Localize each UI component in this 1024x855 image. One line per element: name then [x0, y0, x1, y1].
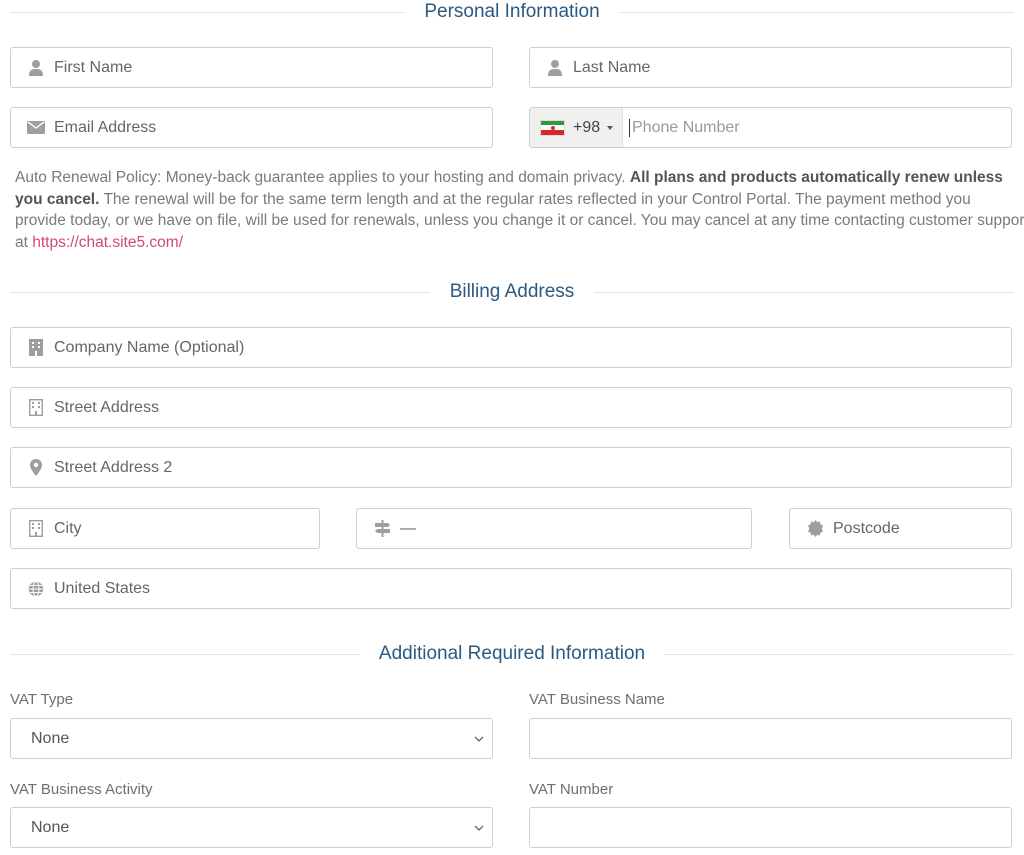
policy-bold-text: you cancel. — [15, 190, 100, 208]
street-address-placeholder: Street Address — [54, 398, 159, 416]
chevron-down-icon — [474, 736, 484, 742]
email-field[interactable]: Email Address — [10, 107, 493, 148]
user-icon — [544, 58, 566, 78]
auto-renewal-policy: Auto Renewal Policy: Money-back guarante… — [15, 167, 1024, 253]
building-icon — [25, 398, 47, 418]
last-name-field[interactable]: Last Name — [529, 47, 1012, 88]
signpost-icon — [371, 519, 393, 539]
support-chat-link[interactable]: https://chat.site5.com/ — [32, 234, 183, 251]
iran-flag-icon — [540, 119, 565, 136]
vat-business-activity-value: None — [31, 818, 70, 836]
vat-type-select[interactable]: None — [10, 718, 493, 759]
user-icon — [25, 58, 47, 78]
text-cursor — [629, 118, 630, 137]
city-field[interactable]: City — [10, 508, 320, 549]
vat-business-name-label: VAT Business Name — [529, 691, 665, 708]
street-address-2-placeholder: Street Address 2 — [54, 458, 173, 476]
section-title: Additional Required Information — [378, 643, 646, 664]
dial-code: +98 — [573, 118, 601, 136]
caret-down-icon — [607, 125, 614, 130]
section-heading-billing: Billing Address — [10, 280, 1014, 304]
vat-number-input[interactable] — [529, 807, 1012, 848]
first-name-placeholder: First Name — [54, 58, 133, 76]
city-placeholder: City — [54, 519, 82, 537]
vat-business-activity-select[interactable]: None — [10, 807, 493, 848]
checkout-form: Personal Information First Name Last Nam… — [0, 0, 1024, 855]
first-name-field[interactable]: First Name — [10, 47, 493, 88]
phone-field[interactable]: +98 Phone Number — [529, 107, 1012, 148]
country-value: United States — [54, 579, 151, 597]
street-address-2-field[interactable]: Street Address 2 — [10, 447, 1012, 488]
vat-business-name-input[interactable] — [529, 718, 1012, 759]
map-marker-icon — [25, 458, 47, 478]
policy-bold-text: All plans and products automatically ren… — [629, 169, 1003, 186]
vat-business-activity-label: VAT Business Activity — [10, 781, 153, 798]
vat-type-label: VAT Type — [10, 691, 74, 708]
company-name-placeholder: Company Name (Optional) — [54, 338, 245, 356]
building-icon — [25, 338, 47, 358]
phone-placeholder: Phone Number — [632, 118, 740, 136]
street-address-field[interactable]: Street Address — [10, 387, 1012, 428]
policy-text: The renewal will be for the same term le… — [99, 190, 971, 208]
email-placeholder: Email Address — [54, 118, 157, 136]
postcode-placeholder: Postcode — [833, 519, 900, 537]
vat-number-label: VAT Number — [529, 781, 614, 798]
envelope-icon — [25, 118, 47, 138]
company-name-field[interactable]: Company Name (Optional) — [10, 327, 1012, 368]
state-value: — — [400, 519, 416, 537]
state-field[interactable]: — — [356, 508, 752, 549]
country-code-dropdown[interactable]: +98 — [530, 108, 623, 147]
postcode-field[interactable]: Postcode — [789, 508, 1012, 549]
globe-icon — [25, 579, 47, 599]
section-heading-additional: Additional Required Information — [10, 642, 1014, 666]
country-field[interactable]: United States — [10, 568, 1012, 609]
policy-text: provide today, or we have on file, will … — [15, 212, 1024, 229]
last-name-placeholder: Last Name — [573, 58, 651, 76]
section-title: Personal Information — [424, 1, 600, 22]
policy-text: Auto Renewal Policy: Money-back guarante… — [15, 169, 630, 186]
building-icon — [25, 519, 47, 539]
chevron-down-icon — [474, 825, 484, 831]
policy-text: at — [15, 233, 33, 251]
section-heading-personal: Personal Information — [10, 0, 1014, 24]
section-title: Billing Address — [449, 281, 575, 302]
vat-type-value: None — [31, 729, 70, 747]
phone-number-input[interactable]: Phone Number — [629, 118, 740, 137]
certificate-icon — [804, 519, 826, 539]
